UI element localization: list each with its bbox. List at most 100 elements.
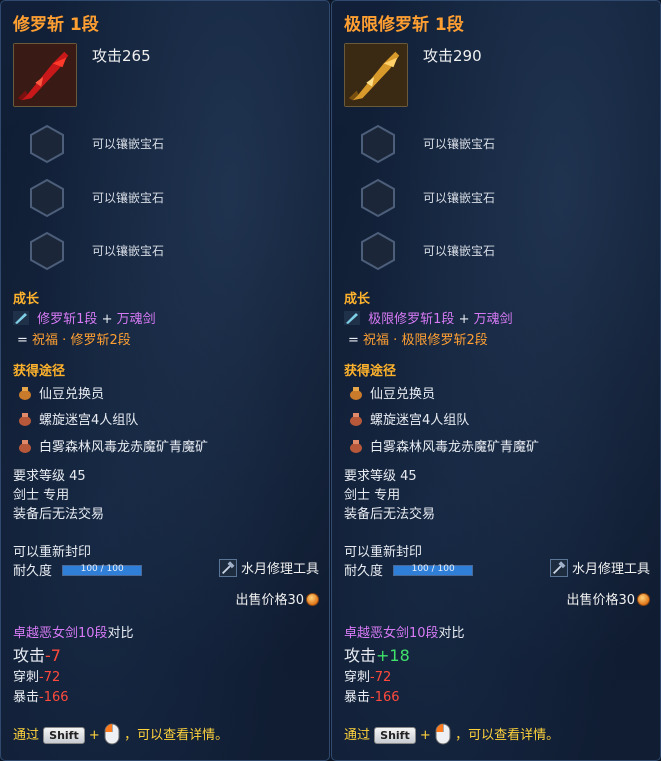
- hexagon-socket-icon: [361, 231, 395, 271]
- sword-material-icon: [344, 311, 360, 325]
- gem-slot-row[interactable]: 可以镶嵌宝石: [27, 124, 307, 164]
- durability-value: 100 / 100: [80, 564, 124, 574]
- compare-attack-delta: -7: [45, 646, 61, 665]
- compare-crit-delta: -166: [39, 690, 69, 705]
- growth-material-1[interactable]: 修罗斩1段: [37, 312, 97, 327]
- acquire-source: 白雾森林风毒龙赤魔矿青魔矿: [17, 436, 208, 455]
- sell-price: 出售价格30: [566, 589, 650, 608]
- compare-pierce-delta: -72: [39, 670, 61, 685]
- compare-pierce: 穿刺-72: [344, 670, 392, 685]
- repair-tool[interactable]: 水月修理工具: [218, 558, 319, 577]
- growth-material-1[interactable]: 极限修罗斩1段: [368, 312, 454, 327]
- required-level: 要求等级 45: [13, 469, 86, 484]
- gem-slot-row[interactable]: 可以镶嵌宝石: [27, 178, 307, 218]
- compare-pierce-delta: -72: [370, 670, 392, 685]
- compare-crit: 暴击-166: [344, 690, 400, 705]
- hexagon-socket-icon: [30, 231, 64, 271]
- gem-slot-row[interactable]: 可以镶嵌宝石: [358, 178, 638, 218]
- trade-restriction: 装备后无法交易: [344, 507, 436, 522]
- durability-label: 耐久度: [13, 564, 53, 579]
- growth-result: = 祝福 · 修罗斩2段: [17, 333, 131, 348]
- reseal-text: 可以重新封印: [344, 545, 423, 560]
- attack-value: 攻击265: [92, 47, 151, 65]
- gem-slot-row[interactable]: 可以镶嵌宝石: [358, 124, 638, 164]
- durability-bar: 100 / 100: [62, 564, 143, 576]
- acquire-source: 仙豆兑换员: [17, 383, 104, 402]
- growth-material-2[interactable]: 万魂剑: [474, 312, 513, 327]
- gem-slot-label: 可以镶嵌宝石: [92, 244, 165, 258]
- growth-material-2[interactable]: 万魂剑: [117, 312, 156, 327]
- sword-material-icon: [13, 311, 29, 325]
- class-restriction: 剑士 专用: [13, 488, 70, 503]
- item-tooltip-panel-left: 修罗斩 1段 攻击265 可以镶嵌宝石 可以镶嵌宝石 可以镶嵌宝石 成长 修罗斩…: [0, 0, 330, 761]
- item-title: 极限修罗斩 1段: [344, 15, 464, 35]
- shift-key: Shift: [43, 727, 85, 744]
- acquire-source: 白雾森林风毒龙赤魔矿青魔矿: [348, 436, 539, 455]
- pouch-icon: [350, 387, 362, 400]
- gem-slot-label: 可以镶嵌宝石: [92, 137, 165, 151]
- shift-key: Shift: [374, 727, 416, 744]
- compare-attack: 攻击+18: [344, 646, 410, 665]
- weapon-icon: [13, 43, 77, 107]
- compare-target: 卓越恶女剑10段: [13, 626, 108, 641]
- durability-bar: 100 / 100: [393, 564, 474, 576]
- durability-value: 100 / 100: [411, 564, 455, 574]
- compare-attack: 攻击-7: [13, 646, 61, 665]
- pouch-icon: [19, 387, 31, 400]
- compare-heading: 卓越恶女剑10段对比: [344, 626, 465, 641]
- reseal-text: 可以重新封印: [13, 545, 92, 560]
- pouch-icon: [19, 440, 31, 453]
- coin-icon: [306, 593, 319, 606]
- gem-slot-label: 可以镶嵌宝石: [423, 244, 496, 258]
- durability-row: 耐久度 100 / 100: [344, 560, 474, 579]
- sell-price: 出售价格30: [235, 589, 319, 608]
- class-restriction: 剑士 专用: [344, 488, 401, 503]
- gem-slot-label: 可以镶嵌宝石: [92, 191, 165, 205]
- detail-tip: 通过 Shift + ，可以查看详情。: [13, 723, 228, 745]
- coin-icon: [637, 593, 650, 606]
- gem-slot-label: 可以镶嵌宝石: [423, 137, 496, 151]
- durability-row: 耐久度 100 / 100: [13, 560, 143, 579]
- attack-value: 攻击290: [423, 47, 482, 65]
- durability-label: 耐久度: [344, 564, 384, 579]
- weapon-icon: [344, 43, 408, 107]
- repair-tool[interactable]: 水月修理工具: [549, 558, 650, 577]
- acquire-heading: 获得途径: [13, 364, 66, 379]
- growth-recipe: 修罗斩1段 + 万魂剑: [13, 308, 156, 327]
- hexagon-socket-icon: [361, 124, 395, 164]
- acquire-heading: 获得途径: [344, 364, 397, 379]
- growth-recipe: 极限修罗斩1段 + 万魂剑: [344, 308, 513, 327]
- acquire-source: 螺旋迷宫4人组队: [348, 409, 469, 428]
- detail-tip: 通过 Shift + ，可以查看详情。: [344, 723, 559, 745]
- growth-result: = 祝福 · 极限修罗斩2段: [348, 333, 488, 348]
- hexagon-socket-icon: [30, 178, 64, 218]
- trade-restriction: 装备后无法交易: [13, 507, 105, 522]
- repair-hammer-icon: [218, 559, 237, 577]
- gem-slot-row[interactable]: 可以镶嵌宝石: [358, 231, 638, 271]
- compare-crit: 暴击-166: [13, 690, 69, 705]
- pouch-icon: [350, 440, 362, 453]
- acquire-source: 螺旋迷宫4人组队: [17, 409, 138, 428]
- pouch-icon: [350, 413, 362, 426]
- compare-attack-delta: +18: [376, 646, 410, 665]
- repair-hammer-icon: [549, 559, 568, 577]
- required-level: 要求等级 45: [344, 469, 417, 484]
- hexagon-socket-icon: [30, 124, 64, 164]
- gem-slot-label: 可以镶嵌宝石: [423, 191, 496, 205]
- compare-pierce: 穿刺-72: [13, 670, 61, 685]
- acquire-source: 仙豆兑换员: [348, 383, 435, 402]
- mouse-icon: [104, 723, 120, 745]
- compare-crit-delta: -166: [370, 690, 400, 705]
- growth-heading: 成长: [344, 292, 371, 307]
- hexagon-socket-icon: [361, 178, 395, 218]
- growth-result-item[interactable]: 祝福 · 极限修罗斩2段: [363, 333, 488, 348]
- mouse-icon: [435, 723, 451, 745]
- item-tooltip-panel-right: 极限修罗斩 1段 攻击290 可以镶嵌宝石 可以镶嵌宝石 可以镶嵌宝石 成长 极…: [331, 0, 661, 761]
- compare-heading: 卓越恶女剑10段对比: [13, 626, 134, 641]
- growth-result-item[interactable]: 祝福 · 修罗斩2段: [32, 333, 131, 348]
- compare-target: 卓越恶女剑10段: [344, 626, 439, 641]
- pouch-icon: [19, 413, 31, 426]
- item-title: 修罗斩 1段: [13, 15, 99, 35]
- growth-heading: 成长: [13, 292, 40, 307]
- gem-slot-row[interactable]: 可以镶嵌宝石: [27, 231, 307, 271]
